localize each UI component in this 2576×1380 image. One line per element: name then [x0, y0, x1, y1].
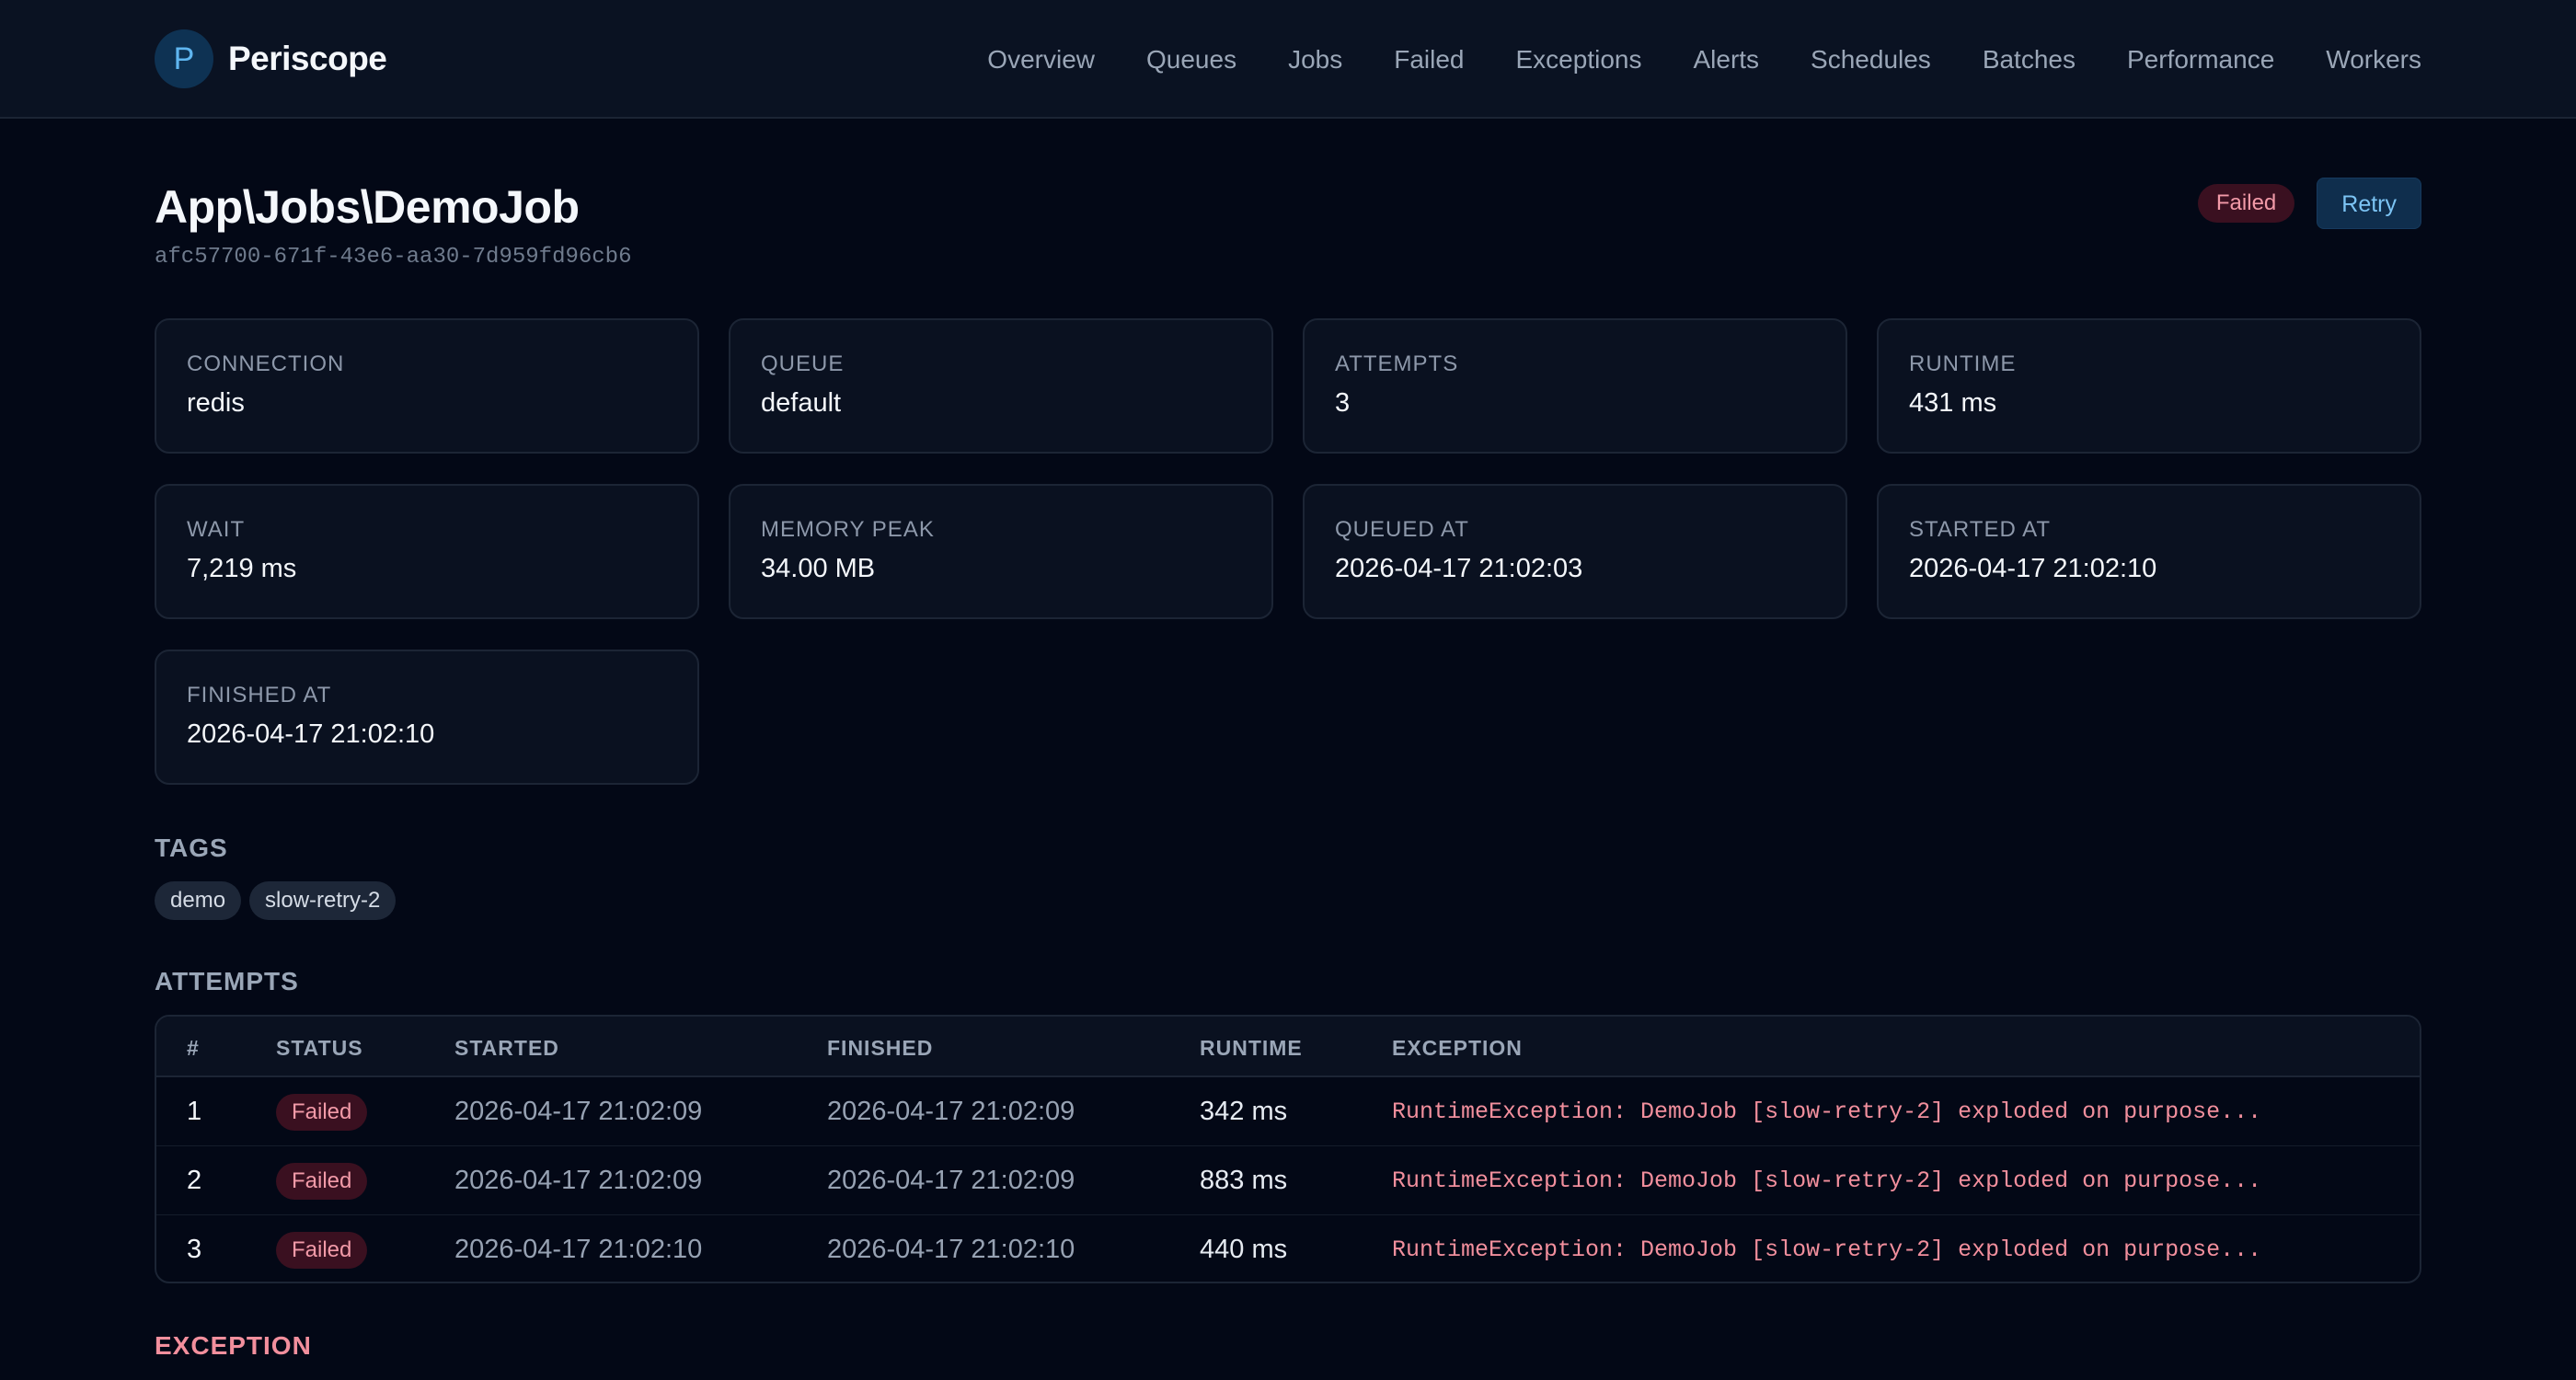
table-row[interactable]: 2 Failed 2026-04-17 21:02:09 2026-04-17 …	[156, 1146, 2420, 1215]
top-navbar: P Periscope Overview Queues Jobs Failed …	[0, 0, 2576, 119]
stat-card-attempts: ATTEMPTS 3	[1303, 318, 1847, 454]
nav-item-performance[interactable]: Performance	[2127, 45, 2274, 75]
nav-item-failed[interactable]: Failed	[1394, 45, 1464, 75]
attempt-status: Failed	[276, 1215, 368, 1282]
table-row[interactable]: 3 Failed 2026-04-17 21:02:10 2026-04-17 …	[156, 1215, 2420, 1282]
attempt-exception: RuntimeException: DemoJob [slow-retry-2]…	[1392, 1236, 2262, 1263]
tag-chip[interactable]: slow-retry-2	[249, 881, 397, 920]
attempt-started: 2026-04-17 21:02:09	[454, 1097, 703, 1126]
column-header-exception: EXCEPTION	[1392, 1036, 1523, 1060]
attempt-started: 2026-04-17 21:02:10	[454, 1235, 703, 1264]
nav-item-queues[interactable]: Queues	[1146, 45, 1236, 75]
table-row[interactable]: 1 Failed 2026-04-17 21:02:09 2026-04-17 …	[156, 1077, 2420, 1146]
nav-item-workers[interactable]: Workers	[2326, 45, 2421, 75]
nav-item-overview[interactable]: Overview	[987, 45, 1095, 75]
stat-label: ATTEMPTS	[1335, 351, 1459, 376]
nav-item-jobs[interactable]: Jobs	[1288, 45, 1342, 75]
attempt-status: Failed	[276, 1146, 368, 1215]
stat-label: QUEUED AT	[1335, 517, 1469, 542]
stat-label: MEMORY PEAK	[761, 517, 935, 542]
tags-list: demo slow-retry-2	[155, 881, 404, 920]
main-nav: Overview Queues Jobs Failed Exceptions A…	[987, 0, 2421, 119]
attempt-runtime: 342 ms	[1200, 1097, 1288, 1126]
logo-icon: P	[155, 29, 213, 88]
attempt-finished: 2026-04-17 21:02:09	[827, 1097, 1075, 1126]
attempt-exception: RuntimeException: DemoJob [slow-retry-2]…	[1392, 1167, 2262, 1194]
stat-value: redis	[187, 388, 245, 418]
column-header-runtime: RUNTIME	[1200, 1036, 1303, 1060]
attempt-runtime: 440 ms	[1200, 1235, 1288, 1264]
attempts-table: # STATUS STARTED FINISHED RUNTIME EXCEPT…	[155, 1015, 2421, 1283]
stat-label: STARTED AT	[1909, 517, 2052, 542]
stat-card-finished-at: FINISHED AT 2026-04-17 21:02:10	[155, 650, 699, 785]
retry-button[interactable]: Retry	[2317, 178, 2421, 229]
exception-heading: EXCEPTION	[155, 1331, 312, 1360]
stat-value: 2026-04-17 21:02:10	[187, 719, 435, 749]
status-badge: Failed	[276, 1163, 368, 1201]
stat-card-started-at: STARTED AT 2026-04-17 21:02:10	[1877, 484, 2421, 619]
status-badge: Failed	[276, 1232, 368, 1270]
brand[interactable]: P Periscope	[155, 29, 387, 89]
attempts-heading: ATTEMPTS	[155, 967, 299, 995]
attempt-exception: RuntimeException: DemoJob [slow-retry-2]…	[1392, 1098, 2262, 1125]
job-uuid: afc57700-671f-43e6-aa30-7d959fd96cb6	[155, 245, 632, 270]
stat-label: WAIT	[187, 517, 246, 542]
tag-chip[interactable]: demo	[155, 881, 242, 920]
column-header-number: #	[187, 1036, 200, 1060]
table-header: # STATUS STARTED FINISHED RUNTIME EXCEPT…	[156, 1017, 2420, 1077]
attempt-started: 2026-04-17 21:02:09	[454, 1166, 703, 1195]
nav-item-alerts[interactable]: Alerts	[1693, 45, 1759, 75]
stat-label: CONNECTION	[187, 351, 345, 376]
attempt-finished: 2026-04-17 21:02:10	[827, 1235, 1075, 1264]
stat-card-runtime: RUNTIME 431 ms	[1877, 318, 2421, 454]
nav-item-schedules[interactable]: Schedules	[1811, 45, 1931, 75]
attempt-status: Failed	[276, 1077, 368, 1146]
attempt-runtime: 883 ms	[1200, 1166, 1288, 1195]
stat-card-connection: CONNECTION redis	[155, 318, 699, 454]
stat-card-queued-at: QUEUED AT 2026-04-17 21:02:03	[1303, 484, 1847, 619]
stat-value: 34.00 MB	[761, 554, 876, 583]
stat-value: 2026-04-17 21:02:10	[1909, 554, 2157, 583]
stat-label: RUNTIME	[1909, 351, 2017, 376]
attempt-number: 2	[187, 1166, 202, 1195]
status-badge: Failed	[2197, 184, 2295, 223]
column-header-started: STARTED	[454, 1036, 559, 1060]
stat-value: 3	[1335, 388, 1351, 418]
stat-label: FINISHED AT	[187, 683, 332, 707]
stat-card-wait: WAIT 7,219 ms	[155, 484, 699, 619]
attempt-number: 3	[187, 1235, 202, 1264]
nav-item-batches[interactable]: Batches	[1983, 45, 2076, 75]
attempt-finished: 2026-04-17 21:02:09	[827, 1166, 1075, 1195]
stat-value: default	[761, 388, 842, 418]
tags-heading: TAGS	[155, 834, 228, 862]
stat-value: 7,219 ms	[187, 554, 297, 583]
column-header-status: STATUS	[276, 1036, 363, 1060]
nav-item-exceptions[interactable]: Exceptions	[1516, 45, 1642, 75]
column-header-finished: FINISHED	[827, 1036, 934, 1060]
attempt-number: 1	[187, 1097, 202, 1126]
stat-value: 2026-04-17 21:02:03	[1335, 554, 1583, 583]
stat-label: QUEUE	[761, 351, 845, 376]
stat-card-memory-peak: MEMORY PEAK 34.00 MB	[729, 484, 1273, 619]
status-badge: Failed	[276, 1094, 368, 1132]
page-title: App\Jobs\DemoJob	[155, 181, 580, 233]
header-actions: Failed Retry	[2197, 178, 2421, 229]
app-name: Periscope	[228, 40, 387, 77]
stat-card-queue: QUEUE default	[729, 318, 1273, 454]
stat-value: 431 ms	[1909, 388, 1997, 418]
